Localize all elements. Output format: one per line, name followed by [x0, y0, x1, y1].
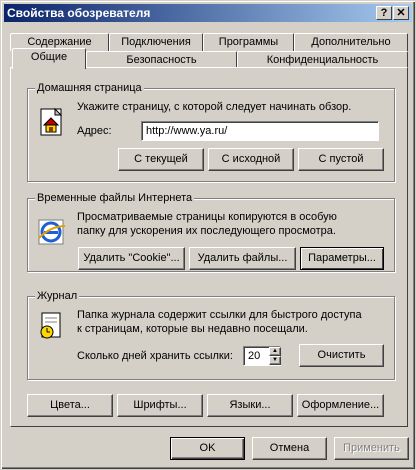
apply-button[interactable]: Применить: [334, 437, 409, 460]
general-tab-panel: Домашняя страница Укажите страницу, с ко…: [10, 67, 408, 427]
tab-general[interactable]: Общие: [12, 48, 86, 69]
temp-settings-button[interactable]: Параметры...: [300, 247, 384, 270]
tab-security[interactable]: Безопасность: [86, 51, 237, 68]
temp-description-2: папку для ускорения их последующего прос…: [77, 225, 336, 237]
ie-temp-files-icon: [38, 219, 66, 245]
window-title: Свойства обозревателя: [7, 6, 151, 20]
close-button[interactable]: ✕: [393, 6, 409, 20]
colors-button[interactable]: Цвета...: [27, 394, 113, 417]
history-description-1: Папка журнала содержит ссылки для быстро…: [77, 309, 362, 321]
tab-advanced[interactable]: Дополнительно: [294, 33, 408, 51]
cancel-button[interactable]: Отмена: [252, 437, 327, 460]
apply-button-label: Применить: [343, 442, 400, 454]
clear-history-button[interactable]: Очистить: [299, 344, 384, 367]
spin-up-icon[interactable]: ▲: [269, 347, 281, 356]
home-description: Укажите страницу, с которой следует начи…: [77, 101, 352, 113]
delete-cookies-button[interactable]: Удалить "Cookie"...: [78, 247, 185, 270]
history-group-label: Журнал: [35, 289, 80, 303]
home-page-group-label: Домашняя страница: [35, 81, 144, 95]
history-description-2: к страницам, которые вы недавно посещали…: [77, 323, 308, 335]
spin-down-icon[interactable]: ▼: [269, 356, 281, 365]
fonts-button[interactable]: Шрифты...: [117, 394, 203, 417]
history-days-spinner[interactable]: ▲ ▼: [269, 347, 281, 365]
temp-files-group-label: Временные файлы Интернета: [35, 191, 195, 205]
address-label: Адрес:: [77, 125, 112, 137]
temp-description-1: Просматриваемые страницы копируются в ос…: [77, 211, 337, 223]
house-page-icon: [40, 107, 63, 136]
accessibility-button[interactable]: Оформление...: [297, 394, 384, 417]
use-default-button[interactable]: С исходной: [208, 148, 294, 171]
tab-connections[interactable]: Подключения: [109, 33, 203, 51]
use-current-button[interactable]: С текущей: [118, 148, 204, 171]
title-bar: Свойства обозревателя ? ✕: [4, 4, 412, 22]
delete-files-button[interactable]: Удалить файлы...: [189, 247, 296, 270]
use-blank-button[interactable]: С пустой: [298, 148, 384, 171]
history-days-label: Сколько дней хранить ссылки:: [77, 350, 233, 362]
tab-privacy[interactable]: Конфиденциальность: [237, 51, 408, 68]
ok-button[interactable]: OK: [170, 437, 245, 460]
internet-options-window: Свойства обозревателя ? ✕ Содержание Под…: [0, 0, 416, 470]
tab-programs[interactable]: Программы: [203, 33, 294, 51]
home-address-input[interactable]: http://www.ya.ru/: [141, 121, 379, 141]
history-icon: [40, 312, 61, 339]
languages-button[interactable]: Языки...: [207, 394, 293, 417]
help-button[interactable]: ?: [376, 6, 392, 20]
